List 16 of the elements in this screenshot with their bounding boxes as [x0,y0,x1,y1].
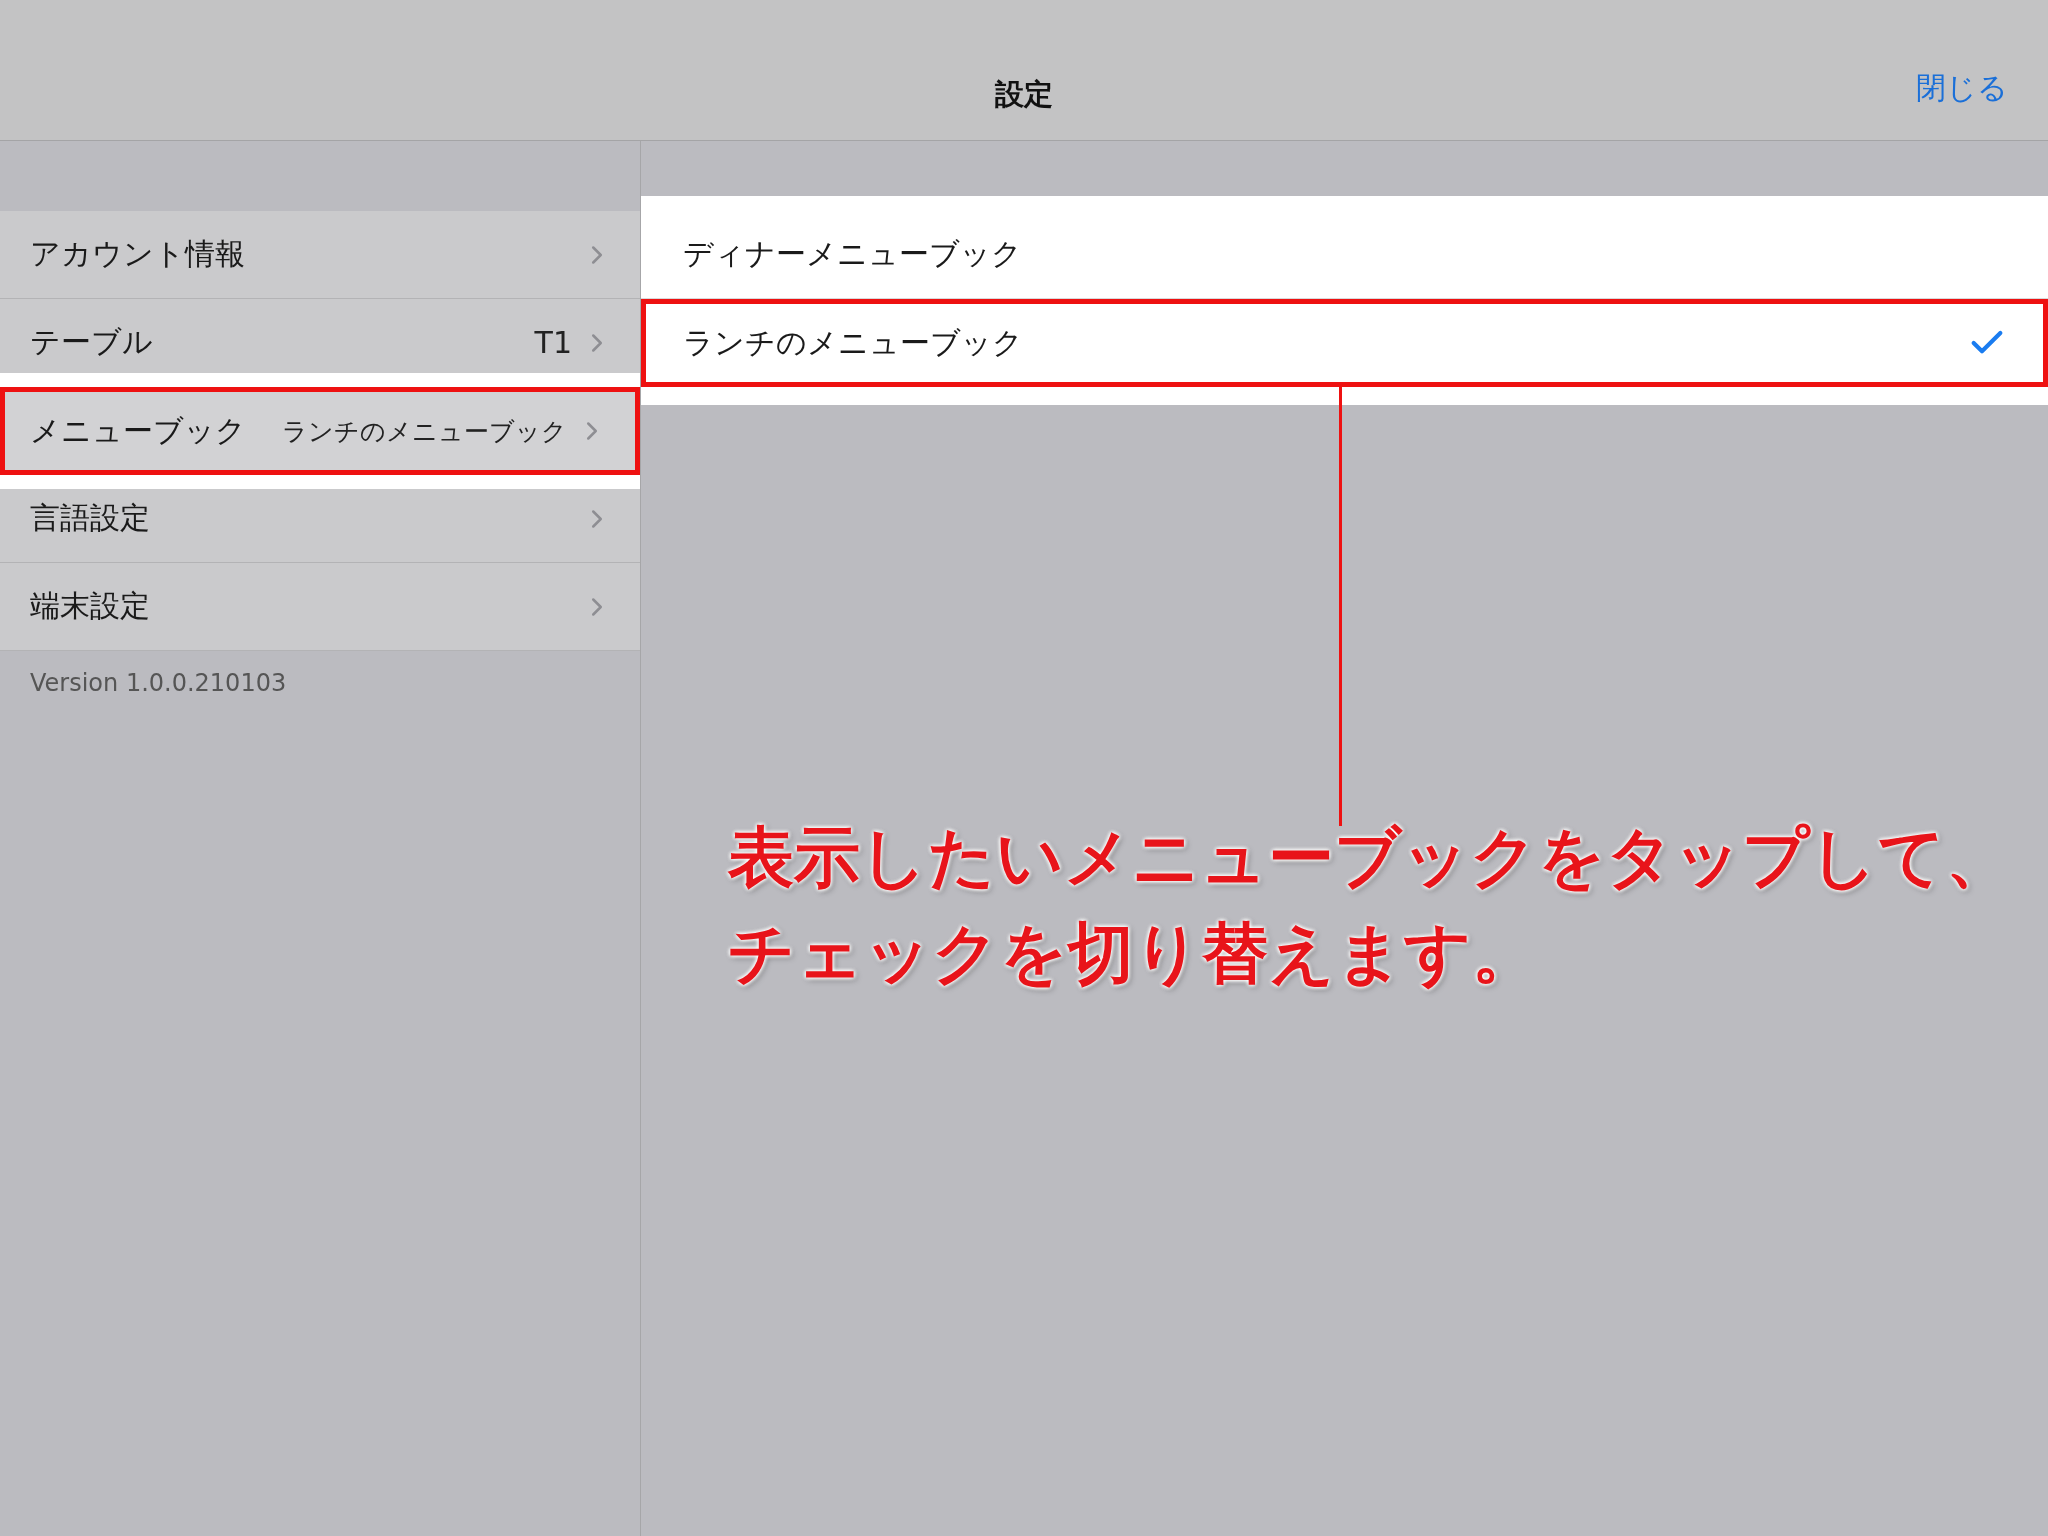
menubook-label: ディナーメニューブック [683,235,1023,273]
row-label: 端末設定 [30,587,151,625]
row-value: T1 [534,325,572,360]
menubook-label: ランチのメニューブック [683,323,1024,362]
row-label: アカウント情報 [30,235,246,273]
row-label: テーブル [30,323,154,361]
menubook-row[interactable]: ランチのメニューブック [641,299,2048,387]
annotation-text: 表示したいメニューブックをタップして、チェックを切り替えます。 [728,818,2013,994]
menubook-row[interactable]: ディナーメニューブック [641,211,2048,299]
settings-row[interactable]: 端末設定 [0,563,640,651]
row-label: メニューブック [30,411,247,450]
version-text: Version 1.0.0.210103 [30,669,288,697]
row-label: 言語設定 [30,499,151,537]
page-title: 設定 [995,76,1053,113]
row-value: ランチのメニューブック [282,415,567,448]
settings-row[interactable]: アカウント情報 [0,211,640,299]
